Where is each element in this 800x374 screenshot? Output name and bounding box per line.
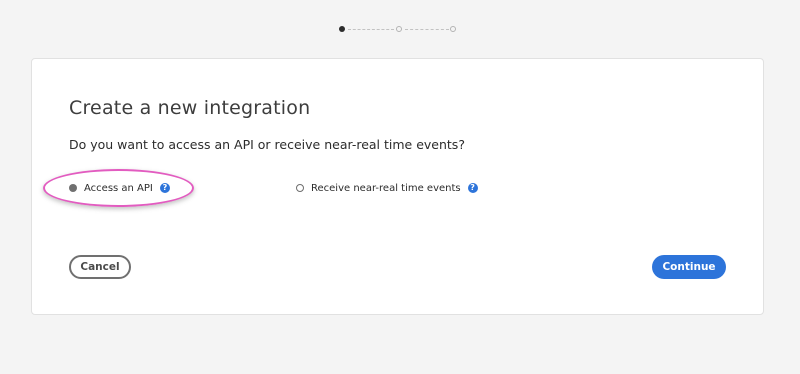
cancel-button[interactable]: Cancel bbox=[69, 255, 131, 279]
step-3-dot bbox=[450, 26, 456, 32]
integration-question: Do you want to access an API or receive … bbox=[69, 137, 465, 152]
integration-card: Create a new integration Do you want to … bbox=[31, 58, 764, 315]
option-label: Access an API bbox=[84, 182, 153, 194]
option-access-api[interactable]: Access an API ? bbox=[69, 180, 170, 196]
option-receive-events[interactable]: Receive near-real time events ? bbox=[296, 180, 478, 196]
continue-button[interactable]: Continue bbox=[652, 255, 726, 279]
step-connector bbox=[405, 29, 449, 30]
step-1-dot bbox=[339, 26, 345, 32]
step-2-dot bbox=[396, 26, 402, 32]
radio-unselected-icon[interactable] bbox=[296, 184, 304, 192]
option-label: Receive near-real time events bbox=[311, 182, 461, 194]
page-title: Create a new integration bbox=[69, 97, 311, 119]
progress-stepper bbox=[339, 26, 459, 34]
question-circle-icon[interactable]: ? bbox=[467, 183, 478, 193]
radio-selected-icon[interactable] bbox=[69, 184, 77, 192]
question-circle-icon[interactable]: ? bbox=[159, 183, 170, 193]
step-connector bbox=[348, 29, 394, 30]
